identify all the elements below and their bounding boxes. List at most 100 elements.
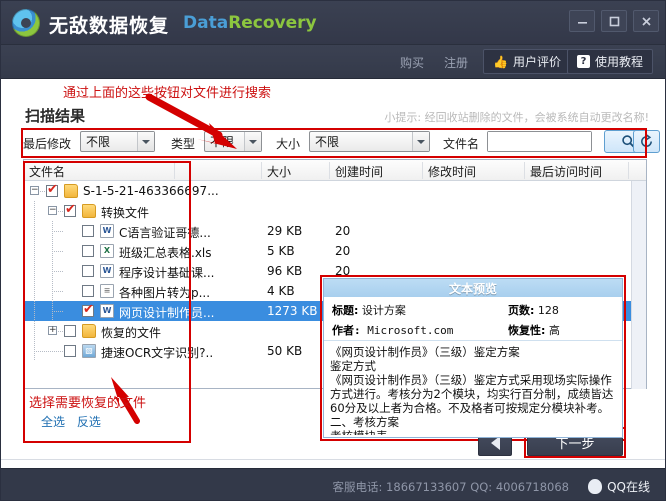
size-select[interactable]: 不限 (309, 131, 430, 152)
row-checkbox[interactable] (46, 183, 58, 197)
file-name: 网页设计制作员... (119, 306, 215, 320)
file-size: 29 KB (267, 224, 303, 238)
table-row[interactable]: − 转换文件 (24, 201, 646, 221)
app-title-en: DataRecovery (183, 13, 317, 33)
size-value: 不限 (315, 135, 340, 149)
page-title: 扫描结果 (25, 107, 86, 125)
recovery-logo-icon (12, 9, 40, 37)
file-list-header: 文件名 大小 创建时间 修改时间 最后访问时间 (24, 160, 646, 181)
filename-input[interactable] (488, 132, 591, 151)
row-checkbox[interactable] (64, 325, 76, 337)
folder-icon (64, 184, 78, 198)
column-header-filename[interactable]: 文件名 (29, 163, 65, 180)
close-button[interactable] (633, 10, 659, 32)
row-checkbox[interactable] (82, 265, 94, 277)
hint-text: 小提示: 经回收站删除的文件，会被系统自动更改名称! (384, 111, 649, 124)
table-row[interactable]: − S-1-5-21-463366697... (24, 181, 646, 201)
type-value: 不限 (210, 135, 235, 149)
table-row[interactable]: W C语言验证哥德... 29 KB 20 (24, 221, 646, 241)
title-bar: 无敌数据恢复 DataRecovery (1, 1, 665, 45)
image-doc-icon: ▧ (82, 344, 96, 358)
last-modified-value: 不限 (86, 135, 111, 149)
preview-title-value: 设计方案 (361, 304, 406, 317)
preview-recoverability-label: 恢复性: (508, 324, 546, 337)
register-link[interactable]: 注册 (444, 54, 468, 71)
window-controls (569, 10, 659, 32)
filter-bar: 最后修改 不限 类型 不限 大小 不限 文件名 (23, 130, 660, 156)
invert-selection-link[interactable]: 反选 (77, 415, 101, 429)
preview-recoverability-value: 高 (548, 324, 560, 337)
column-header-accessed[interactable]: 最后访问时间 (530, 163, 602, 180)
preview-title-label: 标题: (332, 304, 359, 317)
preview-author-value: Microsoft.com (367, 324, 454, 337)
qq-online-label: QQ在线 (607, 479, 650, 494)
app-title-cn: 无敌数据恢复 (49, 15, 170, 37)
file-size: 5 KB (267, 244, 295, 258)
type-select[interactable]: 不限 (204, 131, 262, 152)
minimize-icon (577, 21, 587, 24)
file-size: 96 KB (267, 264, 303, 278)
file-name: 各种图片转为p... (119, 286, 211, 300)
maximize-button[interactable] (601, 10, 627, 32)
file-size: 50 KB (267, 344, 303, 358)
expand-icon[interactable]: + (48, 326, 57, 335)
user-reviews-button[interactable]: 👍 用户评价 (483, 49, 571, 74)
minimize-button[interactable] (569, 10, 595, 32)
file-created: 20 (335, 224, 351, 238)
app-title-en-part1: Data (183, 13, 229, 33)
file-created: 20 (335, 244, 351, 258)
excel-doc-icon: X (100, 244, 114, 258)
column-header-created[interactable]: 创建时间 (335, 163, 383, 180)
column-header-modified[interactable]: 修改时间 (428, 163, 476, 180)
user-reviews-label: 用户评价 (512, 55, 561, 69)
support-contact-text: 客服电话: 18667133607 QQ: 4006718068 (332, 480, 569, 494)
preview-title: 文本预览 (324, 279, 622, 297)
preview-pages-value: 128 (537, 304, 559, 317)
last-modified-select[interactable]: 不限 (80, 131, 155, 152)
word-doc-icon: W (100, 304, 114, 318)
size-label: 大小 (276, 137, 301, 151)
main-content: 通过上面的这些按钮对文件进行搜索 扫描结果 小提示: 经回收站删除的文件，会被系… (1, 79, 665, 468)
chevron-down-icon (137, 132, 154, 151)
reset-button[interactable] (633, 130, 660, 153)
preview-pages-label: 页数: (508, 304, 535, 317)
collapse-icon[interactable]: − (30, 186, 39, 195)
preview-author-label: 作者: (332, 324, 361, 337)
row-checkbox[interactable] (82, 285, 94, 297)
filename-input-wrap[interactable] (487, 131, 592, 152)
qq-penguin-icon (588, 478, 603, 494)
preview-recoverability-field: 恢复性: 高 (508, 322, 560, 338)
row-checkbox[interactable] (64, 345, 76, 357)
annotation-bottom-text: 选择需要恢复的文件 (29, 396, 147, 411)
qq-online-button[interactable]: QQ在线 (579, 474, 659, 498)
select-all-link[interactable]: 全选 (41, 415, 65, 429)
row-checkbox[interactable] (82, 225, 94, 237)
app-title-en-part2: Recovery (228, 13, 317, 33)
selection-actions: 全选 反选 (41, 413, 109, 430)
tutorial-label: 使用教程 (595, 55, 644, 69)
row-checkbox[interactable] (82, 303, 94, 317)
folder-icon (82, 204, 96, 218)
row-checkbox[interactable] (82, 245, 94, 257)
word-doc-icon: W (100, 224, 114, 238)
table-row[interactable]: X 班级汇总表格.xls 5 KB 20 (24, 241, 646, 261)
toolbar: 购买 注册 👍 用户评价 ? 使用教程 (1, 45, 665, 79)
row-checkbox[interactable] (64, 203, 76, 217)
buy-link[interactable]: 购买 (400, 54, 424, 71)
file-created: 20 (335, 264, 351, 278)
refresh-icon (641, 134, 652, 147)
application-window: 无敌数据恢复 DataRecovery 购买 注册 👍 用户评价 ? 使用教程 (0, 0, 666, 501)
vertical-scrollbar[interactable] (631, 181, 646, 389)
type-label: 类型 (171, 137, 196, 151)
collapse-icon[interactable]: − (48, 206, 57, 215)
tutorial-button[interactable]: ? 使用教程 (567, 49, 654, 74)
annotation-top-text: 通过上面的这些按钮对文件进行搜索 (63, 86, 272, 101)
footer-divider (1, 459, 665, 460)
text-preview-panel: 文本预览 标题: 设计方案 作者: Microsoft.com 页数: 128 … (323, 278, 623, 438)
column-header-size[interactable]: 大小 (267, 163, 291, 180)
file-name: 捷速OCR文字识别?.. (101, 346, 214, 360)
file-name: C语言验证哥德... (119, 226, 211, 240)
file-name: 程序设计基础课... (119, 266, 215, 280)
file-name: 班级汇总表格.xls (119, 246, 212, 260)
preview-pages-field: 页数: 128 (508, 302, 559, 318)
